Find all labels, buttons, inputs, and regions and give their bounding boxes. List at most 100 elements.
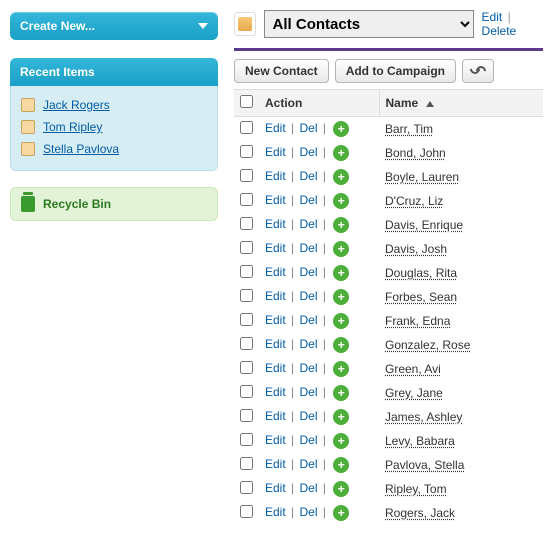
row-checkbox[interactable] <box>240 121 253 134</box>
row-edit-link[interactable]: Edit <box>265 145 286 159</box>
row-checkbox[interactable] <box>240 385 253 398</box>
select-all-checkbox[interactable] <box>240 95 253 108</box>
row-edit-link[interactable]: Edit <box>265 409 286 423</box>
view-select[interactable]: All Contacts <box>264 10 474 38</box>
plus-icon[interactable]: + <box>333 457 349 473</box>
row-edit-link[interactable]: Edit <box>265 385 286 399</box>
contact-name-link[interactable]: Davis, Enrique <box>385 218 463 232</box>
row-edit-link[interactable]: Edit <box>265 169 286 183</box>
row-edit-link[interactable]: Edit <box>265 313 286 327</box>
contact-name-link[interactable]: Forbes, Sean <box>385 290 457 304</box>
plus-icon[interactable]: + <box>333 361 349 377</box>
recent-item-link[interactable]: Stella Pavlova <box>43 142 119 156</box>
row-edit-link[interactable]: Edit <box>265 241 286 255</box>
row-edit-link[interactable]: Edit <box>265 193 286 207</box>
plus-icon[interactable]: + <box>333 313 349 329</box>
contact-name-link[interactable]: Grey, Jane <box>385 386 443 400</box>
recent-item-link[interactable]: Jack Rogers <box>43 98 110 112</box>
row-del-link[interactable]: Del <box>299 361 317 375</box>
contact-name-link[interactable]: Frank, Edna <box>385 314 450 328</box>
row-del-link[interactable]: Del <box>299 193 317 207</box>
recycle-bin-button[interactable]: Recycle Bin <box>10 187 218 221</box>
row-edit-link[interactable]: Edit <box>265 121 286 135</box>
recent-item-link[interactable]: Tom Ripley <box>43 120 102 134</box>
row-edit-link[interactable]: Edit <box>265 361 286 375</box>
contact-name-link[interactable]: Davis, Josh <box>385 242 447 256</box>
contact-name-link[interactable]: Bond, John <box>385 146 446 160</box>
row-checkbox[interactable] <box>240 433 253 446</box>
contact-name-link[interactable]: Ripley, Tom <box>385 482 447 496</box>
contact-name-link[interactable]: Boyle, Lauren <box>385 170 459 184</box>
row-edit-link[interactable]: Edit <box>265 217 286 231</box>
row-checkbox[interactable] <box>240 409 253 422</box>
row-checkbox[interactable] <box>240 169 253 182</box>
row-edit-link[interactable]: Edit <box>265 337 286 351</box>
refresh-button[interactable] <box>462 59 494 83</box>
view-delete-link[interactable]: Delete <box>482 24 517 38</box>
contact-name-link[interactable]: D'Cruz, Liz <box>385 194 443 208</box>
contact-name-link[interactable]: Barr, Tim <box>385 122 433 136</box>
plus-icon[interactable]: + <box>333 145 349 161</box>
row-del-link[interactable]: Del <box>299 169 317 183</box>
create-new-button[interactable]: Create New... <box>10 12 218 40</box>
row-edit-link[interactable]: Edit <box>265 457 286 471</box>
row-checkbox[interactable] <box>240 313 253 326</box>
plus-icon[interactable]: + <box>333 193 349 209</box>
row-del-link[interactable]: Del <box>299 145 317 159</box>
plus-icon[interactable]: + <box>333 169 349 185</box>
plus-icon[interactable]: + <box>333 433 349 449</box>
contact-name-link[interactable]: Douglas, Rita <box>385 266 457 280</box>
row-del-link[interactable]: Del <box>299 289 317 303</box>
plus-icon[interactable]: + <box>333 385 349 401</box>
plus-icon[interactable]: + <box>333 481 349 497</box>
row-checkbox[interactable] <box>240 145 253 158</box>
row-checkbox[interactable] <box>240 265 253 278</box>
plus-icon[interactable]: + <box>333 409 349 425</box>
contact-name-link[interactable]: Gonzalez, Rose <box>385 338 470 352</box>
plus-icon[interactable]: + <box>333 505 349 521</box>
row-checkbox[interactable] <box>240 241 253 254</box>
row-del-link[interactable]: Del <box>299 313 317 327</box>
plus-icon[interactable]: + <box>333 121 349 137</box>
row-edit-link[interactable]: Edit <box>265 433 286 447</box>
row-edit-link[interactable]: Edit <box>265 481 286 495</box>
new-contact-button[interactable]: New Contact <box>234 59 329 83</box>
row-checkbox[interactable] <box>240 505 253 518</box>
recent-item[interactable]: Jack Rogers <box>21 94 207 116</box>
row-del-link[interactable]: Del <box>299 505 317 519</box>
row-checkbox[interactable] <box>240 217 253 230</box>
plus-icon[interactable]: + <box>333 241 349 257</box>
add-to-campaign-button[interactable]: Add to Campaign <box>335 59 456 83</box>
view-edit-link[interactable]: Edit <box>482 10 503 24</box>
row-del-link[interactable]: Del <box>299 121 317 135</box>
contact-name-link[interactable]: James, Ashley <box>385 410 462 424</box>
name-header[interactable]: Name <box>379 90 543 117</box>
row-del-link[interactable]: Del <box>299 457 317 471</box>
row-edit-link[interactable]: Edit <box>265 505 286 519</box>
row-checkbox[interactable] <box>240 457 253 470</box>
row-del-link[interactable]: Del <box>299 409 317 423</box>
row-checkbox[interactable] <box>240 193 253 206</box>
row-del-link[interactable]: Del <box>299 217 317 231</box>
plus-icon[interactable]: + <box>333 265 349 281</box>
row-del-link[interactable]: Del <box>299 241 317 255</box>
row-edit-link[interactable]: Edit <box>265 289 286 303</box>
contact-name-link[interactable]: Rogers, Jack <box>385 506 455 520</box>
row-checkbox[interactable] <box>240 337 253 350</box>
contact-name-link[interactable]: Pavlova, Stella <box>385 458 464 472</box>
contact-name-link[interactable]: Green, Avi <box>385 362 441 376</box>
recent-item[interactable]: Stella Pavlova <box>21 138 207 160</box>
row-checkbox[interactable] <box>240 481 253 494</box>
row-del-link[interactable]: Del <box>299 265 317 279</box>
row-del-link[interactable]: Del <box>299 433 317 447</box>
row-del-link[interactable]: Del <box>299 385 317 399</box>
row-del-link[interactable]: Del <box>299 337 317 351</box>
row-del-link[interactable]: Del <box>299 481 317 495</box>
row-edit-link[interactable]: Edit <box>265 265 286 279</box>
contact-name-link[interactable]: Levy, Babara <box>385 434 455 448</box>
row-checkbox[interactable] <box>240 289 253 302</box>
plus-icon[interactable]: + <box>333 289 349 305</box>
plus-icon[interactable]: + <box>333 217 349 233</box>
row-checkbox[interactable] <box>240 361 253 374</box>
plus-icon[interactable]: + <box>333 337 349 353</box>
